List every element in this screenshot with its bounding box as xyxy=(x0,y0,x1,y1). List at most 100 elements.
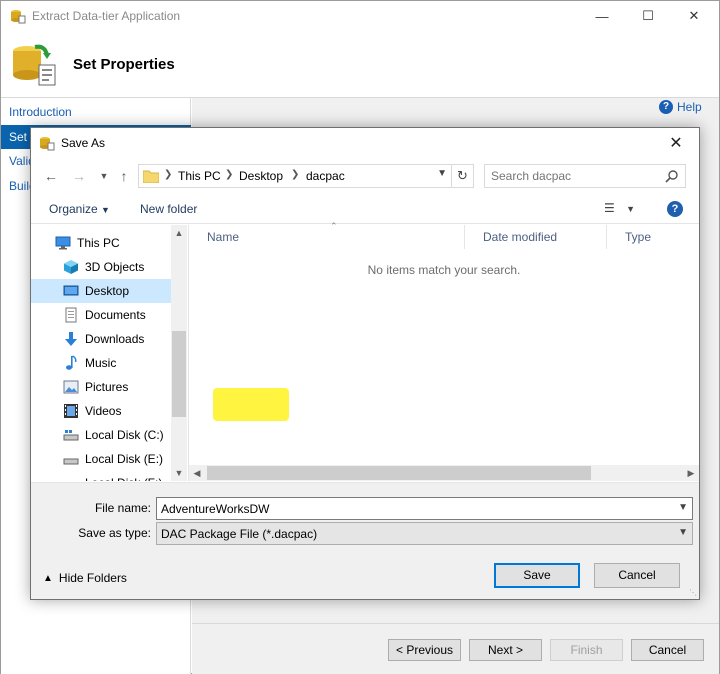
video-icon xyxy=(64,404,78,418)
tree-item-documents[interactable]: Documents xyxy=(31,303,187,327)
tree-item-desktop[interactable]: Desktop xyxy=(31,279,187,303)
next-button[interactable]: Next > xyxy=(469,639,542,661)
minimize-button[interactable]: — xyxy=(579,1,625,31)
file-name-input[interactable] xyxy=(161,501,661,517)
navigation-row: ← → ▼ ↑ ❯ This PC ❯ Desktop ❯ dacpac ▼ ↻ xyxy=(31,158,699,194)
help-link[interactable]: ? Help xyxy=(659,100,702,114)
wizard-title: Extract Data-tier Application xyxy=(32,9,181,23)
search-icon xyxy=(665,170,678,183)
list-horizontal-scrollbar[interactable]: ◀ ▶ xyxy=(189,465,699,481)
scroll-left-icon[interactable]: ◀ xyxy=(189,465,205,481)
previous-button[interactable]: < Previous xyxy=(388,639,461,661)
finish-button[interactable]: Finish xyxy=(550,639,623,661)
tree-label: Downloads xyxy=(85,332,145,346)
chevron-down-icon: ▼ xyxy=(678,527,688,538)
chevron-up-icon: ▲ xyxy=(43,572,53,584)
tree-item-videos[interactable]: Videos xyxy=(31,399,187,423)
tree-scrollbar[interactable]: ▲ ▼ xyxy=(171,225,187,481)
new-folder-button[interactable]: New folder xyxy=(140,202,197,216)
chevron-right-icon: ❯ xyxy=(225,169,234,180)
minimize-icon: — xyxy=(595,8,609,24)
close-icon: ✕ xyxy=(669,135,683,152)
database-app-icon xyxy=(11,10,26,24)
details-view-icon: ☰ xyxy=(604,201,615,215)
organize-label: Organize xyxy=(49,202,98,216)
cancel-button[interactable]: Cancel xyxy=(594,563,680,588)
tree-item-local-disk-c[interactable]: Local Disk (C:) xyxy=(31,423,187,447)
wizard-cancel-button[interactable]: Cancel xyxy=(631,639,704,661)
tree-item-3d-objects[interactable]: 3D Objects xyxy=(31,255,187,279)
disk-icon xyxy=(63,475,79,481)
tree-label: Local Disk (C:) xyxy=(85,428,164,442)
tree-item-local-disk-f[interactable]: Local Disk (F:) xyxy=(31,471,187,481)
download-icon xyxy=(65,332,77,346)
chevron-down-icon: ▼ xyxy=(101,205,110,215)
tree-item-music[interactable]: Music xyxy=(31,351,187,375)
save-as-type-label: Save as type: xyxy=(78,526,151,540)
address-bar[interactable]: ❯ This PC ❯ Desktop ❯ dacpac ▼ xyxy=(138,164,474,188)
arrow-up-icon: ↑ xyxy=(120,168,128,184)
file-name-label: File name: xyxy=(94,501,151,515)
back-button[interactable]: ← xyxy=(41,166,61,186)
tree-item-local-disk-e[interactable]: Local Disk (E:) xyxy=(31,447,187,471)
dialog-titlebar: Save As ✕ xyxy=(31,128,699,158)
forward-button[interactable]: → xyxy=(69,166,89,186)
dialog-title: Save As xyxy=(61,136,106,150)
tree-scroll-thumb[interactable] xyxy=(172,331,186,417)
save-options-panel: File name: ▼ Save as type: DAC Package F… xyxy=(31,482,699,599)
save-as-type-value: DAC Package File (*.dacpac) xyxy=(161,527,318,541)
disk-icon xyxy=(63,458,79,465)
tree-item-this-pc[interactable]: This PC xyxy=(31,231,187,255)
scroll-right-icon[interactable]: ▶ xyxy=(683,465,699,481)
chevron-right-icon: ❯ xyxy=(164,169,173,180)
close-window-button[interactable]: ✕ xyxy=(671,1,717,31)
footer-divider xyxy=(192,623,719,624)
column-header-date-modified[interactable]: Date modified xyxy=(465,225,607,249)
picture-icon xyxy=(63,380,79,394)
change-view-button[interactable]: ☰ ▼ xyxy=(604,201,635,215)
document-icon xyxy=(65,307,77,323)
hide-folders-toggle[interactable]: ▲ Hide Folders xyxy=(43,571,127,585)
command-bar: Organize ▼ New folder ☰ ▼ ? xyxy=(31,194,699,224)
list-scroll-thumb[interactable] xyxy=(207,466,591,480)
column-header-name[interactable]: Name xyxy=(189,225,465,249)
tree-label: 3D Objects xyxy=(85,260,145,274)
save-as-type-select[interactable]: DAC Package File (*.dacpac) ▼ xyxy=(156,522,693,545)
tree-label: Local Disk (E:) xyxy=(85,452,164,466)
chevron-down-icon[interactable]: ▼ xyxy=(437,168,447,179)
tree-label: Videos xyxy=(85,404,122,418)
nav-item-introduction[interactable]: Introduction xyxy=(1,100,191,124)
tree-item-pictures[interactable]: Pictures xyxy=(31,375,187,399)
save-as-dialog: Save As ✕ ← → ▼ ↑ ❯ This PC ❯ Desktop ❯ … xyxy=(30,127,700,600)
music-icon xyxy=(66,355,77,370)
file-name-combobox[interactable]: ▼ xyxy=(156,497,693,520)
navigation-pane: This PC 3D Objects Desktop Documents Dow… xyxy=(31,225,187,481)
search-input[interactable] xyxy=(491,168,661,184)
search-box[interactable] xyxy=(484,164,686,188)
breadcrumb-dacpac[interactable]: dacpac xyxy=(306,169,345,183)
chevron-down-icon[interactable]: ▼ xyxy=(678,502,688,513)
disk-icon xyxy=(63,430,79,441)
database-export-icon xyxy=(13,44,56,86)
organize-button[interactable]: Organize ▼ xyxy=(49,202,110,216)
up-button[interactable]: ↑ xyxy=(114,166,134,186)
column-header-type[interactable]: Type xyxy=(607,225,699,249)
cube-icon xyxy=(64,260,78,274)
empty-message: No items match your search. xyxy=(367,263,521,277)
file-list: ⌃ Name Date modified Type No items match… xyxy=(189,221,699,481)
maximize-button[interactable]: ☐ xyxy=(625,1,671,31)
resize-grip-icon[interactable]: ⋱ xyxy=(689,588,697,597)
breadcrumb-this-pc[interactable]: This PC xyxy=(178,169,221,183)
scroll-up-icon[interactable]: ▲ xyxy=(171,225,187,241)
breadcrumb-desktop[interactable]: Desktop xyxy=(239,169,283,183)
refresh-button[interactable]: ↻ xyxy=(451,164,473,188)
scroll-down-icon[interactable]: ▼ xyxy=(171,465,187,481)
wizard-header: Set Properties xyxy=(1,31,719,97)
save-button[interactable]: Save xyxy=(494,563,580,588)
dialog-close-button[interactable]: ✕ xyxy=(653,128,699,158)
recent-locations-button[interactable]: ▼ xyxy=(94,166,114,186)
dialog-help-icon[interactable]: ? xyxy=(667,201,683,217)
monitor-icon xyxy=(55,236,71,250)
folder-icon xyxy=(143,170,159,183)
tree-item-downloads[interactable]: Downloads xyxy=(31,327,187,351)
